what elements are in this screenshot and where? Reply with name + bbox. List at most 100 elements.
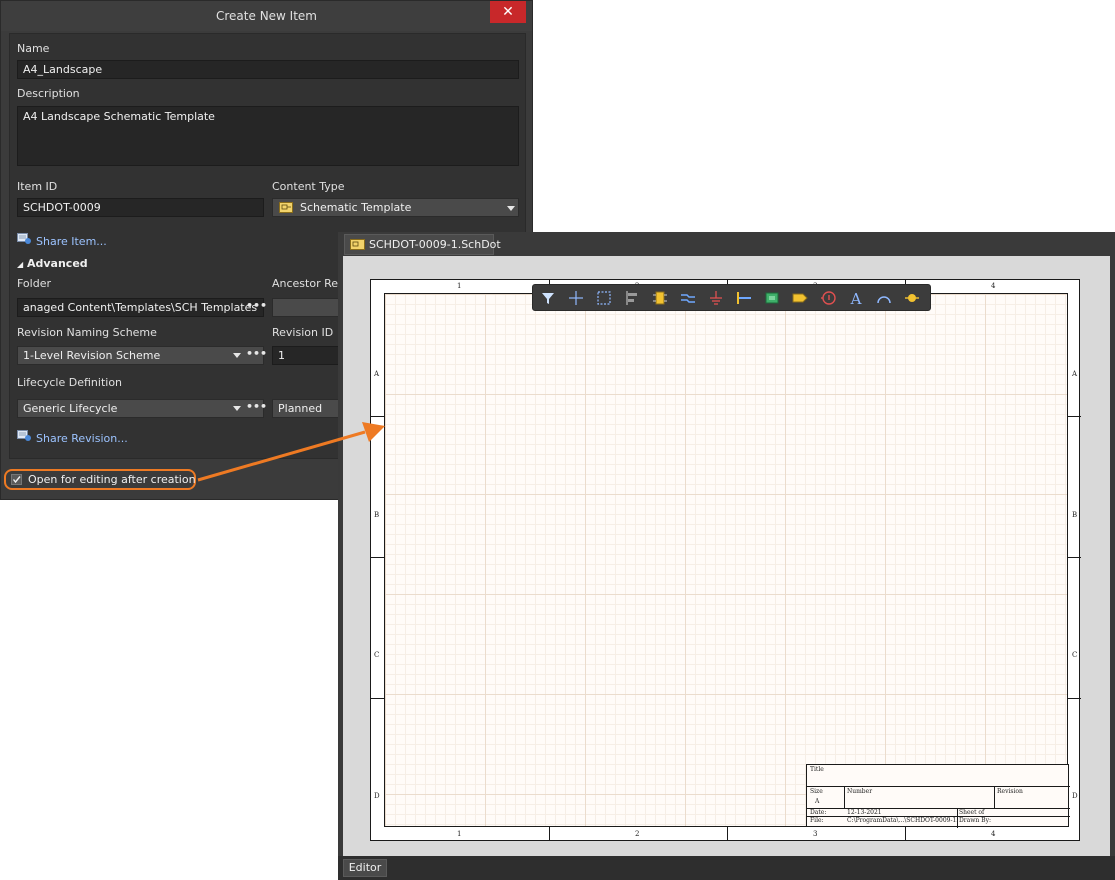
schematic-template-icon [279,202,293,213]
share-revision-link[interactable]: Share Revision... [36,432,128,445]
ancestor-revision-field[interactable] [272,298,342,317]
zone-divider [1068,557,1081,558]
sheet-grid[interactable] [384,293,1068,827]
share-icon [17,233,31,244]
svg-text:A: A [850,290,862,308]
tb-number-label: Number [847,788,873,795]
col-label-bottom: 2 [635,830,640,838]
row-label-right: B [1072,511,1078,519]
col-label-bottom: 3 [813,830,818,838]
revision-naming-scheme-label: Revision Naming Scheme [17,326,157,339]
tb-file-label: File: [810,817,824,824]
document-tab-label: SCHDOT-0009-1.SchDot [369,238,501,251]
col-label-top: 1 [457,282,462,290]
filter-icon[interactable] [538,288,558,308]
tb-size-value: A [815,798,820,805]
tb-drawn-by-label: Drawn By: [959,817,991,824]
open-for-editing-checkbox-highlight: Open for editing after creation [4,469,196,490]
title-block: Title Size A Number Revision Date: 12-13… [806,764,1070,828]
col-label-bottom: 1 [457,830,462,838]
schematic-sheet[interactable]: 1 2 3 4 1 2 3 4 A B C D A B C D [370,279,1081,841]
zone-divider [371,416,384,417]
tb-date-label: Date: [810,809,827,816]
component-icon[interactable] [650,288,670,308]
description-input[interactable]: A4 Landscape Schematic Template [17,106,519,166]
revision-id-input[interactable]: 1 [272,346,342,365]
zone-divider [371,698,384,699]
lifecycle-definition-select[interactable]: Generic Lifecycle [17,399,264,418]
name-label: Name [17,42,50,55]
item-id-label: Item ID [17,180,58,193]
revision-id-label: Revision ID [272,326,334,339]
revision-scheme-more-button[interactable]: ••• [246,347,267,360]
tb-revision-label: Revision [997,788,1023,795]
row-label-left: A [374,370,380,378]
tb-divider [844,786,845,808]
chevron-down-icon[interactable] [507,206,515,211]
revision-naming-scheme-select[interactable]: 1-Level Revision Scheme [17,346,264,365]
item-id-input[interactable]: SCHDOT-0009 [17,198,264,217]
browse-folder-button[interactable]: ••• [246,299,267,312]
zone-divider [905,827,906,840]
row-label-left: B [374,511,380,519]
text-icon[interactable]: A [846,288,866,308]
zone-divider [371,557,384,558]
chevron-down-icon[interactable] [233,353,241,358]
zone-divider [727,827,728,840]
directive-icon[interactable] [818,288,838,308]
wire-icon[interactable] [678,288,698,308]
close-button[interactable]: ✕ [490,1,526,23]
lifecycle-state-select[interactable]: Planned [272,399,342,418]
editor-panel-tab[interactable]: Editor [343,859,387,877]
content-type-select[interactable]: Schematic Template [272,198,519,217]
bus-icon[interactable] [734,288,754,308]
share-icon [17,430,31,441]
advanced-label: Advanced [27,257,88,270]
checkmark-icon [12,476,21,484]
ground-icon[interactable] [706,288,726,308]
editor-status-bar: Editor [338,856,1115,880]
row-label-right: A [1072,370,1078,378]
active-bar-toolbar: A [532,284,931,311]
open-for-editing-checkbox[interactable] [11,474,22,485]
schematic-editor-window: SCHDOT-0009-1.SchDot 1 2 3 4 1 2 3 4 A B… [338,232,1115,880]
folder-input[interactable]: anaged Content\Templates\SCH Templates [17,298,264,317]
tb-divider [807,786,1070,787]
tb-file-value: C:\ProgramData\...\SCHDOT-0009-1.SchDot [847,817,957,824]
dialog-title: Create New Item [1,1,532,31]
description-label: Description [17,87,80,100]
col-label-bottom: 4 [991,830,996,838]
open-for-editing-label: Open for editing after creation [28,473,196,486]
arc-icon[interactable] [874,288,894,308]
ancestor-revision-label: Ancestor Rev [272,277,345,290]
name-input[interactable]: A4_Landscape [17,60,519,79]
lifecycle-definition-label: Lifecycle Definition [17,376,123,389]
advanced-section-toggle[interactable]: ◢ Advanced [17,257,88,270]
tb-divider [994,786,995,808]
row-label-right: C [1072,651,1078,659]
document-tab[interactable]: SCHDOT-0009-1.SchDot [344,234,501,255]
content-type-label: Content Type [272,180,345,193]
row-label-left: D [374,792,380,800]
col-label-top: 4 [991,282,996,290]
tb-size-label: Size [810,788,823,795]
row-label-left: C [374,651,380,659]
tb-title-label: Title [810,766,824,773]
share-item-link[interactable]: Share Item... [36,235,107,248]
crosshair-icon[interactable] [566,288,586,308]
align-icon[interactable] [622,288,642,308]
zone-divider [1068,416,1081,417]
editor-canvas[interactable]: 1 2 3 4 1 2 3 4 A B C D A B C D [343,256,1110,856]
select-rect-icon[interactable] [594,288,614,308]
tb-divider [957,808,958,828]
chevron-down-icon[interactable] [233,406,241,411]
tb-date-value: 12-13-2021 [847,809,882,816]
folder-label: Folder [17,277,51,290]
harness-icon[interactable] [762,288,782,308]
zone-divider [549,827,550,840]
row-label-right: D [1072,792,1078,800]
junction-icon[interactable] [902,288,922,308]
port-icon[interactable] [790,288,810,308]
lifecycle-more-button[interactable]: ••• [246,400,267,413]
schdot-file-icon [350,239,365,250]
